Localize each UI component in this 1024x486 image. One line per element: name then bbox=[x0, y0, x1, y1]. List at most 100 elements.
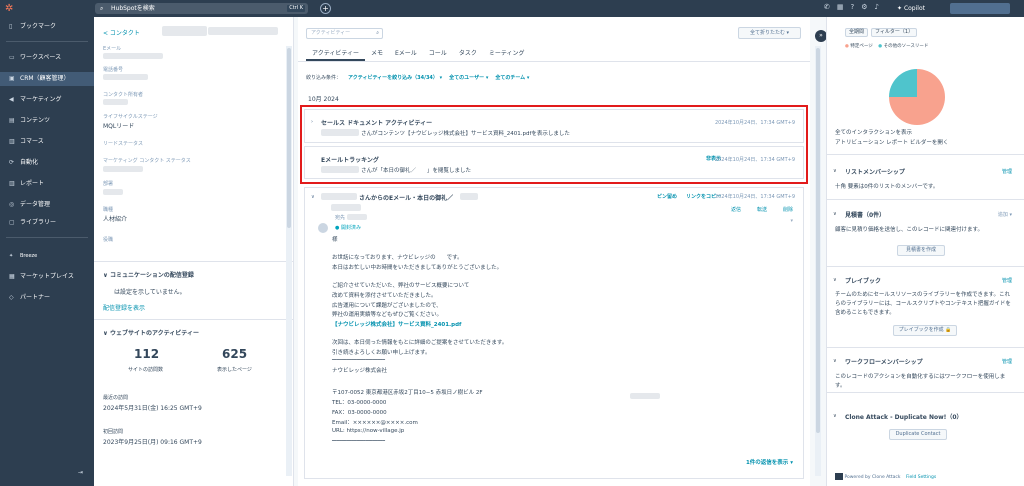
playbooks-manage-link[interactable]: 管理 bbox=[1002, 277, 1012, 284]
email-details-icon[interactable]: ▾ bbox=[790, 218, 793, 224]
redacted-signature bbox=[630, 393, 660, 399]
list-membership-title[interactable]: リストメンバーシップ bbox=[845, 167, 905, 176]
job-value[interactable]: 人材紹介 bbox=[103, 214, 127, 223]
contact-scrollbar-thumb[interactable] bbox=[287, 48, 291, 228]
attachment-link[interactable]: 【ナウビレッジ株式会社】サービス資料_2401.pdf bbox=[332, 320, 461, 328]
redacted-name bbox=[321, 193, 357, 200]
clone-attack-title[interactable]: Clone Attack - Duplicate Now!（0） bbox=[845, 412, 963, 421]
pin-link[interactable]: ピン留め bbox=[657, 193, 677, 200]
divider bbox=[298, 61, 810, 62]
automation-icon: ⟳ bbox=[9, 159, 15, 166]
pie-slice bbox=[889, 69, 917, 97]
nav-item-automation[interactable]: ⟳ 自動化 bbox=[0, 156, 94, 170]
nav-item-breeze[interactable]: ✦ Breeze bbox=[0, 249, 94, 263]
chevron-down-icon[interactable]: ∨ bbox=[311, 194, 315, 200]
activity-search-input[interactable]: アクティビティー ⌕ bbox=[306, 28, 383, 39]
first-visit-value: 2023年9月25日(月) 09:16 GMT+9 bbox=[103, 439, 202, 446]
account-menu[interactable] bbox=[950, 3, 1010, 14]
activity-filter-dropdown[interactable]: アクティビティーを絞り込み（34/34） ▾ bbox=[348, 74, 442, 81]
chevron-down-icon[interactable]: ∨ bbox=[833, 211, 837, 217]
copilot-button[interactable]: ✦ Copilot bbox=[897, 3, 925, 14]
quote-add-dropdown[interactable]: 追加 ▾ bbox=[998, 211, 1012, 218]
nav-item-report[interactable]: ▥ レポート bbox=[0, 177, 94, 191]
nav-item-workspace[interactable]: ▭ ワークスペース bbox=[0, 51, 94, 65]
filter-button[interactable]: フィルター（1） bbox=[871, 28, 918, 37]
department-label: 部署 bbox=[103, 181, 114, 187]
nav-item-crm[interactable]: ▣ CRM（顧客管理） bbox=[0, 72, 94, 86]
field-settings-link[interactable]: Field Settings bbox=[906, 475, 936, 480]
email-line: 改めて資料を添付させていただきました。 bbox=[332, 293, 437, 299]
duplicate-contact-button[interactable]: Duplicate Contact bbox=[889, 429, 947, 440]
bookmark-icon: ▯ bbox=[9, 23, 13, 30]
collapse-all-button[interactable]: 全て折りたたむ ▾ bbox=[738, 27, 801, 39]
phone-icon[interactable]: ✆ bbox=[824, 3, 830, 11]
reply-link[interactable]: 返信 bbox=[731, 206, 741, 213]
global-search-input[interactable]: ⌕ HubSpotを検索 Ctrl K bbox=[95, 3, 308, 14]
tab-email[interactable]: Eメール bbox=[389, 47, 423, 61]
top-icons: ✆ ▦ ? ⚙ ♪ bbox=[824, 3, 879, 11]
email-line: 広告運用について課題がございましたので、 bbox=[332, 303, 442, 309]
opened-badge: ● 開封済み bbox=[335, 225, 361, 231]
divider bbox=[827, 392, 1024, 393]
forward-link[interactable]: 転送 bbox=[757, 206, 767, 213]
nav-item-partner[interactable]: ◇ パートナー bbox=[0, 291, 94, 305]
divider bbox=[827, 154, 1024, 155]
redacted-value bbox=[103, 99, 128, 105]
nav-item-content[interactable]: ▤ コンテンツ bbox=[0, 114, 94, 128]
email-line[interactable]: URL: https://now-village.jp bbox=[332, 428, 404, 434]
list-manage-link[interactable]: 管理 bbox=[1002, 168, 1012, 175]
notification-icon[interactable]: ♪ bbox=[875, 3, 879, 11]
workflow-membership-title[interactable]: ワークフローメンバーシップ bbox=[845, 357, 923, 366]
back-to-contacts-link[interactable]: < コンタクト bbox=[103, 28, 140, 37]
nav-item-marketplace[interactable]: ▦ マーケットプレイス bbox=[0, 270, 94, 284]
chevron-down-icon[interactable]: ∨ bbox=[833, 358, 837, 364]
settings-icon[interactable]: ⚙ bbox=[861, 3, 867, 11]
tab-tasks[interactable]: タスク bbox=[453, 47, 483, 61]
tab-activity[interactable]: アクティビティー bbox=[306, 47, 365, 61]
subscription-title: ∨ コミュニケーションの配信登録 bbox=[103, 272, 194, 279]
create-playbook-button[interactable]: プレイブックを作成 🔒 bbox=[893, 325, 957, 336]
email-line: Email：××××××@××××.com bbox=[332, 420, 418, 426]
help-icon[interactable]: ? bbox=[851, 3, 855, 11]
chevron-down-icon[interactable]: ∨ bbox=[833, 277, 837, 283]
lifecycle-value[interactable]: MQLリード bbox=[103, 121, 134, 130]
nav-item-bookmark[interactable]: ▯ ブックマーク bbox=[0, 20, 94, 34]
tab-meetings[interactable]: ミーティング bbox=[483, 47, 531, 61]
nav-item-data[interactable]: ◎ データ管理 bbox=[0, 198, 94, 212]
tab-calls[interactable]: コール bbox=[423, 47, 453, 61]
delete-link[interactable]: 削除 bbox=[783, 206, 793, 213]
signature-rule: ━━━━━━━━━━━━━━━━━━━━━━ bbox=[332, 438, 385, 443]
email-line: 引き続きよろしくお願い申し上げます。 bbox=[332, 350, 431, 356]
marketplace-icon[interactable]: ▦ bbox=[837, 3, 844, 11]
workflow-manage-link[interactable]: 管理 bbox=[1002, 358, 1012, 365]
playbooks-title[interactable]: プレイブック bbox=[845, 276, 881, 285]
email-line: ご紹介させていただいた、弊社のサービス概要について bbox=[332, 283, 470, 289]
content-icon: ▤ bbox=[9, 117, 15, 124]
timeline-scrollbar-thumb[interactable] bbox=[816, 48, 820, 433]
chart-legend: ● 特定ページ ● その他のソースリード bbox=[845, 44, 929, 49]
nav-item-commerce[interactable]: ▥ コマース bbox=[0, 135, 94, 149]
user-filter-dropdown[interactable]: 全てのユーザー ▾ bbox=[449, 74, 488, 81]
email-card[interactable]: ∨ さんからのEメール・本日の御礼／ ピン留め リンクをコピー 2024年10月… bbox=[304, 187, 804, 479]
create-new-button[interactable]: + bbox=[320, 3, 331, 14]
quotes-title[interactable]: 見積書（0件） bbox=[845, 210, 885, 219]
hubspot-logo-icon[interactable]: ✲ bbox=[5, 3, 16, 14]
redacted-value bbox=[103, 74, 148, 80]
visits-count: 112 bbox=[134, 347, 160, 361]
playbooks-text: チームのためにセールスリソースのライブラリーを作成できます。これらのライブラリー… bbox=[835, 292, 1011, 316]
create-quote-button[interactable]: 見積書を作成 bbox=[897, 245, 945, 256]
tab-notes[interactable]: メモ bbox=[365, 47, 389, 61]
nav-item-marketing[interactable]: ◀ マーケティング bbox=[0, 93, 94, 107]
chevron-down-icon[interactable]: ∨ bbox=[833, 413, 837, 419]
marketing-status-label: マーケティング コンタクト ステータス bbox=[103, 158, 191, 164]
view-subscriptions-link[interactable]: 配信登録を表示 bbox=[103, 303, 145, 312]
team-filter-dropdown[interactable]: 全てのチーム ▾ bbox=[495, 74, 529, 81]
email-line: 〒107-0052 東京都港区赤坂2丁目10−5 赤坂日ノ樹ビル 2F bbox=[332, 390, 483, 396]
chevron-down-icon[interactable]: ∨ bbox=[833, 168, 837, 174]
expand-nav-icon[interactable]: ⇥ bbox=[78, 469, 83, 476]
attribution-report-link[interactable]: アトリビューション レポート ビルダーを開く bbox=[835, 139, 1013, 148]
nav-item-library[interactable]: ▢ ライブラリー bbox=[0, 216, 94, 230]
view-thread-link[interactable]: 1件の返信を表示 ▾ bbox=[746, 458, 793, 466]
date-range-filter[interactable]: 全期間 bbox=[845, 28, 869, 37]
view-interactions-link[interactable]: 全てのインタラクションを表示 bbox=[835, 129, 1013, 138]
